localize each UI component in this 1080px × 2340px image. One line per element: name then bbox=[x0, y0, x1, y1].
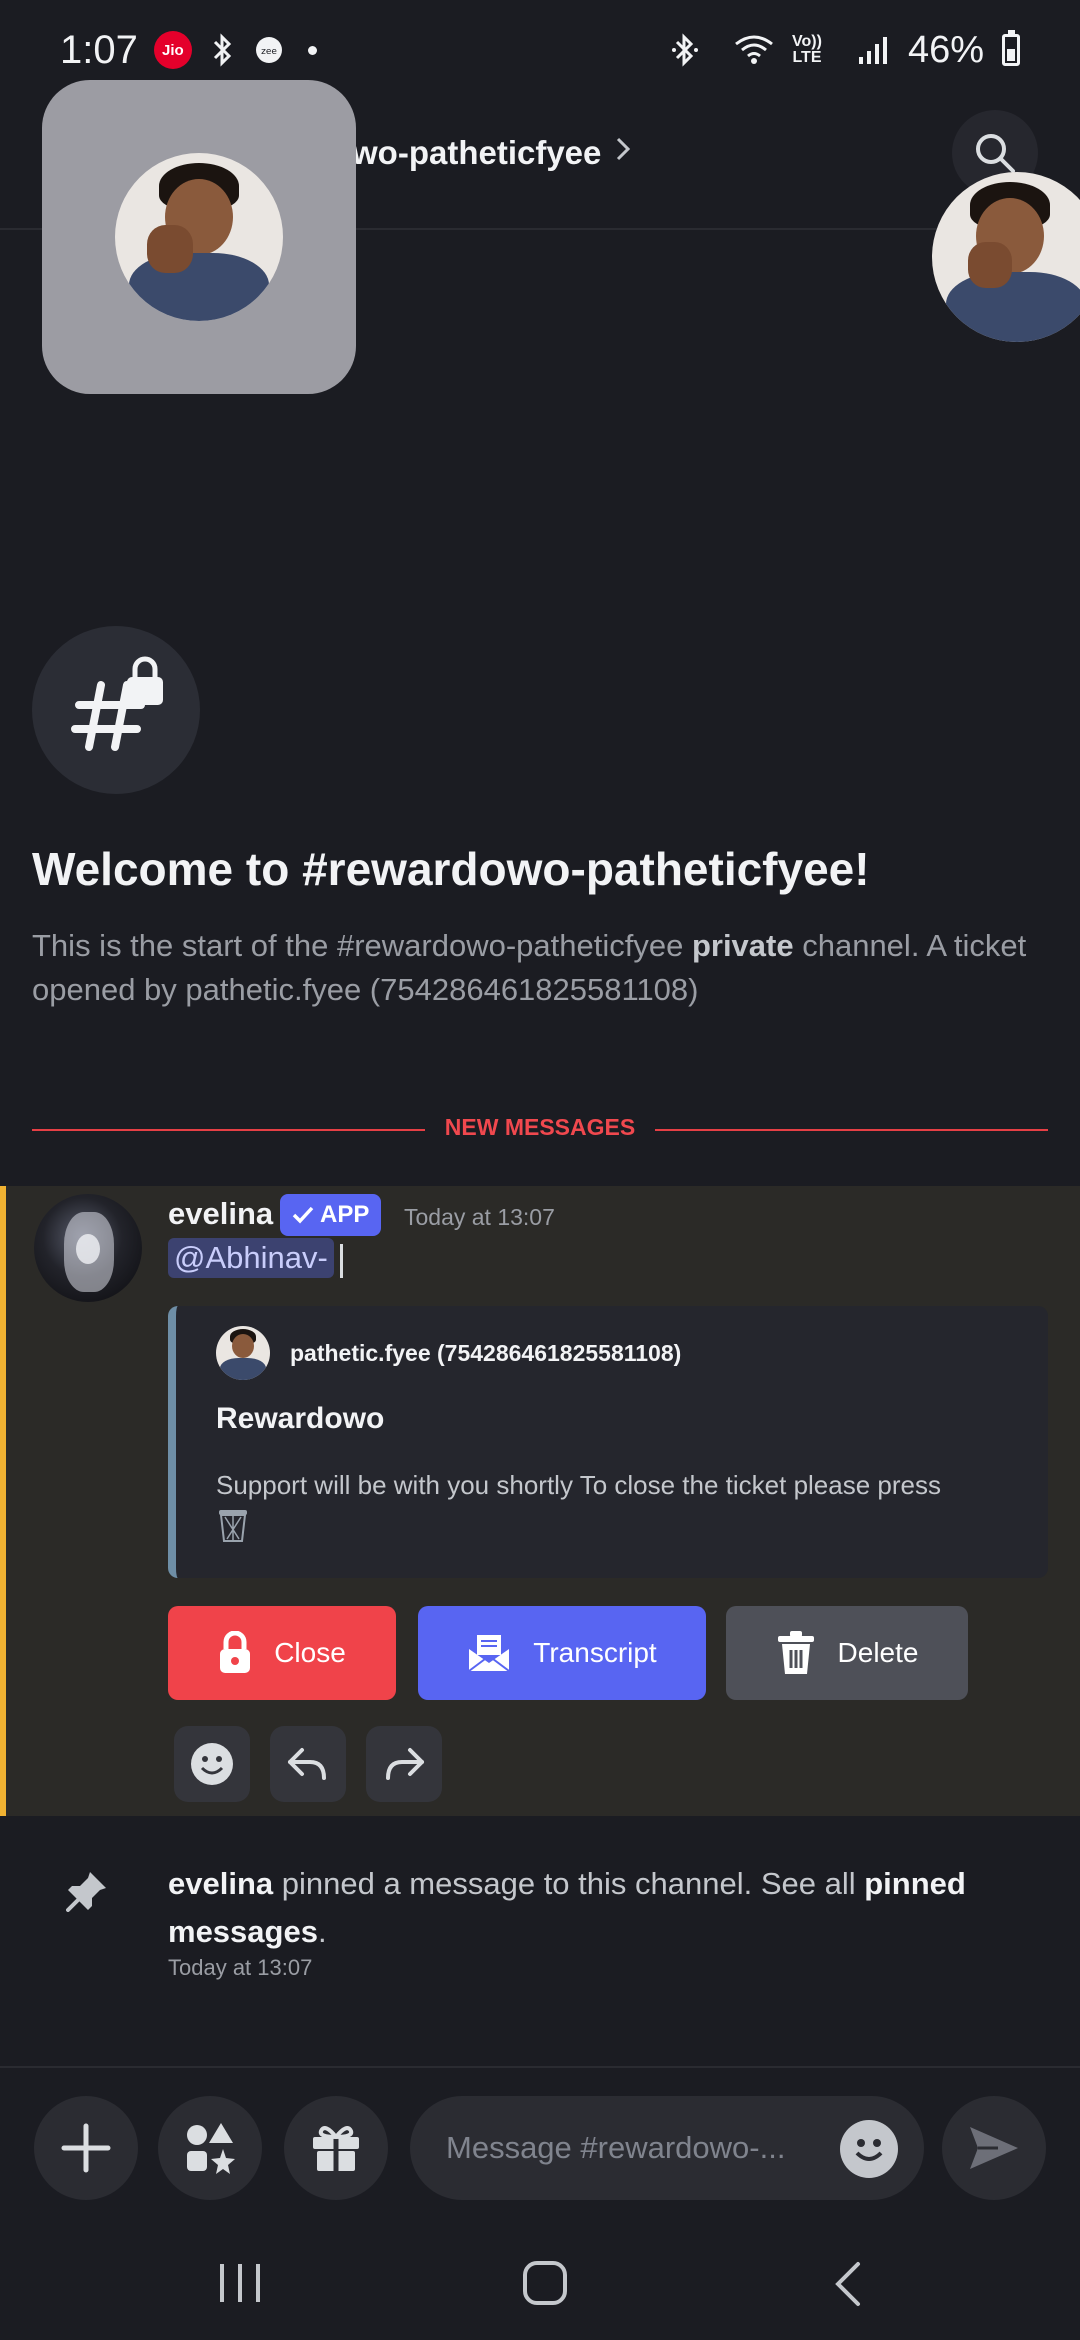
close-button-label: Close bbox=[274, 1637, 346, 1668]
welcome-title: Welcome to #rewardowo-patheticfyee! bbox=[32, 843, 870, 895]
status-time: 1:07 bbox=[60, 27, 138, 72]
bluetooth-icon bbox=[210, 33, 236, 67]
welcome-desc-bold: private bbox=[691, 928, 794, 963]
home-icon bbox=[523, 2261, 567, 2305]
signal-icon bbox=[858, 35, 890, 65]
send-button[interactable] bbox=[942, 2096, 1046, 2200]
delete-button-label: Delete bbox=[837, 1637, 919, 1668]
reply-icon bbox=[288, 1748, 326, 1780]
forward-icon bbox=[386, 1748, 424, 1780]
pin-author[interactable]: evelina bbox=[168, 1866, 273, 1901]
message-input[interactable]: Message #rewardowo-... bbox=[410, 2096, 924, 2200]
embed-description: Support will be with you shortly To clos… bbox=[216, 1466, 1036, 1543]
system-nav-bar bbox=[0, 2218, 1080, 2340]
message-author[interactable]: evelina bbox=[168, 1196, 273, 1232]
embed-author-avatar bbox=[216, 1326, 270, 1380]
envelope-letter-icon bbox=[468, 1635, 510, 1672]
pin-text-middle: pinned a message to this channel. See al… bbox=[273, 1866, 865, 1901]
welcome-description: This is the start of the #rewardowo-path… bbox=[32, 924, 1032, 1012]
embed-author: pathetic.fyee (754286461825581108) bbox=[216, 1326, 681, 1380]
text-cursor bbox=[340, 1244, 343, 1278]
send-icon bbox=[970, 2127, 1018, 2169]
message-embed: pathetic.fyee (754286461825581108) Rewar… bbox=[168, 1306, 1048, 1578]
recent-apps-icon bbox=[220, 2264, 260, 2302]
close-ticket-button[interactable]: Close bbox=[168, 1606, 396, 1700]
gift-icon bbox=[313, 2126, 359, 2171]
embed-description-text: Support will be with you shortly To clos… bbox=[216, 1470, 941, 1500]
more-notifications-dot bbox=[307, 45, 317, 55]
apps-button[interactable] bbox=[158, 2096, 262, 2200]
apps-shapes-icon bbox=[187, 2123, 235, 2174]
message-timestamp: Today at 13:07 bbox=[404, 1204, 555, 1230]
app-notification-icon: zee bbox=[254, 35, 284, 65]
battery-percent: 46% bbox=[907, 28, 984, 71]
delete-ticket-button[interactable]: Delete bbox=[726, 1606, 968, 1700]
battery-icon bbox=[1002, 30, 1020, 66]
new-messages-label: NEW MESSAGES bbox=[424, 1114, 656, 1140]
smiley-icon bbox=[855, 2139, 883, 2161]
volte-line2: LTE bbox=[792, 49, 822, 66]
author-avatar[interactable] bbox=[34, 1194, 142, 1302]
emoji-button[interactable] bbox=[840, 2120, 898, 2178]
recent-apps-button[interactable] bbox=[216, 2262, 264, 2309]
pin-icon bbox=[66, 1870, 108, 1917]
embed-author-name: pathetic.fyee (754286461825581108) bbox=[290, 1339, 682, 1366]
user-mention[interactable]: @Abhinav- bbox=[168, 1238, 334, 1278]
back-button[interactable] bbox=[830, 2260, 864, 2313]
private-channel-icon bbox=[32, 626, 200, 794]
message-item[interactable]: evelina APP Today at 13:07 @Abhinav- pat… bbox=[0, 1186, 1080, 1816]
forward-button[interactable] bbox=[366, 1726, 442, 1802]
pin-timestamp: Today at 13:07 bbox=[168, 1955, 313, 1980]
lock-icon bbox=[220, 1631, 251, 1673]
channel-title-button[interactable]: wo-patheticfyee bbox=[352, 134, 631, 172]
plus-icon bbox=[61, 2123, 111, 2173]
reply-button[interactable] bbox=[270, 1726, 346, 1802]
app-badge-label: APP bbox=[320, 1201, 370, 1228]
svg-text:zee: zee bbox=[261, 47, 277, 57]
gift-button[interactable] bbox=[284, 2096, 388, 2200]
checkmark-icon bbox=[292, 1206, 314, 1224]
voice-avatar-bubble[interactable] bbox=[42, 80, 356, 394]
back-icon bbox=[835, 2262, 860, 2306]
volte-indicator: Vo)) LTE bbox=[792, 34, 822, 66]
app-badge: APP bbox=[280, 1194, 382, 1236]
smiley-icon bbox=[191, 1743, 233, 1785]
wifi-icon bbox=[734, 34, 774, 66]
pin-text-suffix: . bbox=[317, 1914, 327, 1949]
pinned-system-message: evelina pinned a message to this channel… bbox=[168, 1860, 1048, 1956]
message-composer: Message #rewardowo-... bbox=[0, 2066, 1080, 2218]
battery-level bbox=[1007, 49, 1015, 61]
transcript-button-label: Transcript bbox=[533, 1637, 657, 1668]
trash-icon bbox=[777, 1631, 814, 1674]
embed-title: Rewardowo bbox=[216, 1402, 385, 1435]
search-icon bbox=[976, 134, 1015, 173]
new-messages-divider: NEW MESSAGES bbox=[32, 1114, 1048, 1144]
transcript-button[interactable]: Transcript bbox=[418, 1606, 706, 1700]
bluetooth-icon bbox=[672, 33, 699, 67]
user-avatar-photo bbox=[115, 153, 283, 321]
add-reaction-button[interactable] bbox=[174, 1726, 250, 1802]
attach-button[interactable] bbox=[34, 2096, 138, 2200]
welcome-desc-part1: This is the start of the #rewardowo-path… bbox=[32, 928, 692, 963]
home-button[interactable] bbox=[522, 2260, 568, 2311]
channel-title: wo-patheticfyee bbox=[352, 134, 602, 171]
wastebasket-emoji-icon bbox=[219, 1510, 247, 1543]
message-input-placeholder: Message #rewardowo-... bbox=[446, 2130, 786, 2165]
volte-line1: Vo)) bbox=[792, 33, 822, 50]
jio-carrier-icon: Jio bbox=[153, 31, 192, 69]
chevron-right-icon bbox=[615, 136, 631, 170]
